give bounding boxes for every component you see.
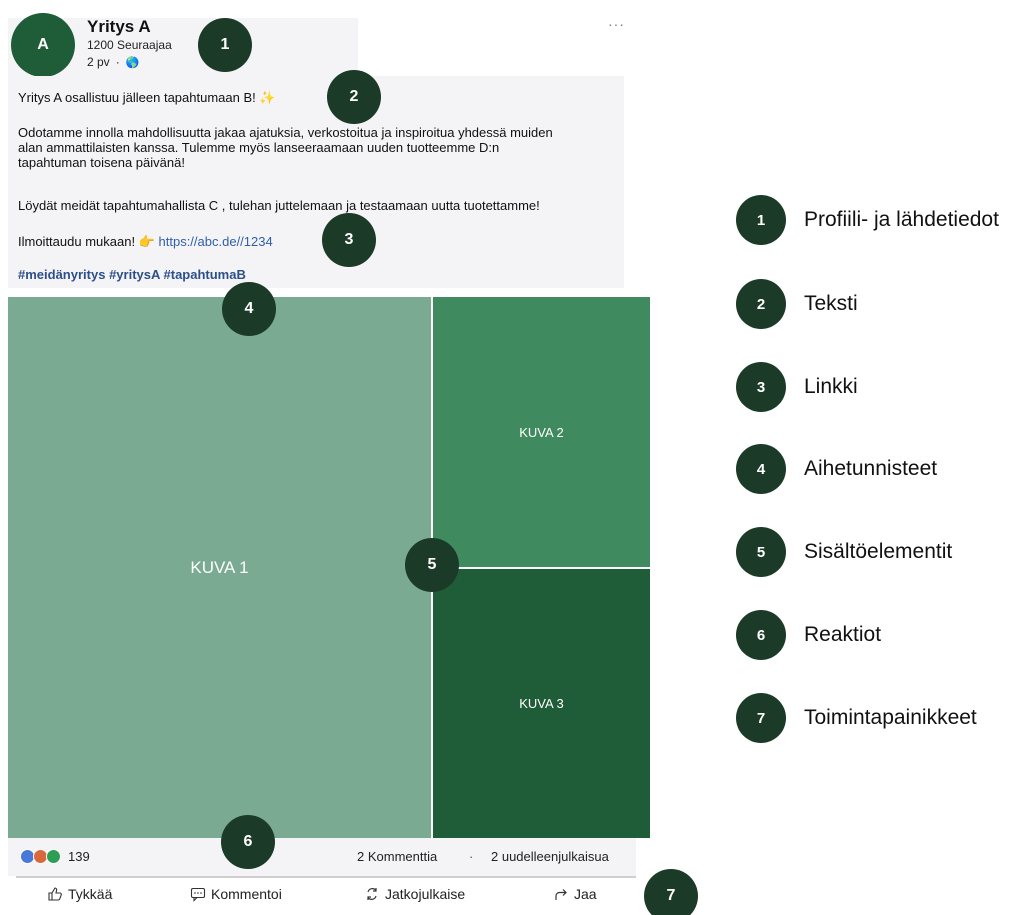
image-tile-2[interactable]: KUVA 2 xyxy=(433,297,650,567)
avatar-letter: A xyxy=(37,36,49,53)
legend-label-2: Teksti xyxy=(804,292,858,315)
share-arrow-icon xyxy=(555,889,567,900)
follower-count: 1200 Seuraajaa xyxy=(87,38,172,52)
legend-badge-5: 5 xyxy=(736,527,786,577)
callout-badge-4: 4 xyxy=(222,282,276,336)
legend-badge-2: 2 xyxy=(736,279,786,329)
image-tile-label: KUVA 3 xyxy=(519,696,564,711)
legend-badge-4: 4 xyxy=(736,444,786,494)
sparkle-icon: ✨ xyxy=(259,90,276,105)
stats-separator: · xyxy=(469,849,474,864)
repost-icon xyxy=(367,888,377,900)
pointing-hand-icon: 👉 xyxy=(138,234,155,249)
intro-line: Yritys A osallistuu jälleen tapahtumaan … xyxy=(18,90,276,105)
more-options-button[interactable]: ··· xyxy=(608,16,625,32)
repost-button[interactable]: Jatkojulkaise xyxy=(364,886,465,902)
support-reaction-icon xyxy=(46,849,61,864)
repost-label: Jatkojulkaise xyxy=(385,886,466,902)
signup-text: Ilmoittaudu mukaan! xyxy=(18,234,136,249)
hashtags: #meidänyritys #yritysA #tapahtumaB xyxy=(18,267,246,282)
thumbs-up-icon xyxy=(48,887,62,901)
share-button[interactable]: Jaa xyxy=(553,886,597,902)
post-body xyxy=(8,76,624,288)
image-tile-1[interactable]: KUVA 1 xyxy=(8,297,431,838)
legend-label-1: Profiili- ja lähdetiedot xyxy=(804,208,999,231)
location-paragraph: Löydät meidät tapahtumahallista C , tule… xyxy=(18,198,540,213)
legend-label-6: Reaktiot xyxy=(804,623,882,646)
signup-link[interactable]: https://abc.de//1234 xyxy=(159,234,273,249)
intro-text: Yritys A osallistuu jälleen tapahtumaan … xyxy=(18,90,256,105)
share-label: Jaa xyxy=(574,886,597,902)
reposts-count[interactable]: 2 uudelleenjulkaisua xyxy=(491,849,609,864)
callout-badge-6: 6 xyxy=(221,815,275,869)
legend-label-5: Sisältöelementit xyxy=(804,540,953,563)
reaction-icons[interactable] xyxy=(20,849,64,864)
meta-separator: · xyxy=(115,55,120,69)
legend-badge-7: 7 xyxy=(736,693,786,743)
action-divider xyxy=(16,876,636,878)
callout-badge-7: 7 xyxy=(644,869,698,915)
legend-badge-6: 6 xyxy=(736,610,786,660)
reaction-count[interactable]: 139 xyxy=(68,849,90,864)
image-grid: KUVA 1 KUVA 2 KUVA 3 xyxy=(8,297,650,838)
callout-badge-3: 3 xyxy=(322,213,376,267)
company-avatar[interactable]: A xyxy=(11,13,75,77)
globe-icon: 🌎 xyxy=(125,56,140,69)
comment-label: Kommentoi xyxy=(211,886,282,902)
like-label: Tykkää xyxy=(68,886,113,902)
comment-button[interactable]: Kommentoi xyxy=(190,886,282,902)
signup-line: Ilmoittaudu mukaan! 👉 https://abc.de//12… xyxy=(18,234,273,249)
post-meta: 2 pv · 🌎 xyxy=(87,55,139,69)
like-button[interactable]: Tykkää xyxy=(47,886,112,902)
body-paragraph-line: Odotamme innolla mahdollisuutta jakaa aj… xyxy=(18,125,553,140)
legend-label-7: Toimintapainikkeet xyxy=(804,706,977,729)
body-paragraph-line: alan ammattilaisten kanssa. Tulemme myös… xyxy=(18,140,500,155)
legend-label-4: Aihetunnisteet xyxy=(804,457,938,480)
hashtag-link[interactable]: #tapahtumaB xyxy=(164,267,246,282)
comments-count[interactable]: 2 Kommenttia xyxy=(357,849,437,864)
post-age: 2 pv xyxy=(87,55,110,69)
image-tile-label: KUVA 1 xyxy=(190,557,249,577)
legend-label-3: Linkki xyxy=(804,375,858,398)
hashtag-link[interactable]: #meidänyritys xyxy=(18,267,105,282)
callout-badge-5: 5 xyxy=(405,538,459,592)
legend-badge-3: 3 xyxy=(736,362,786,412)
legend-badge-1: 1 xyxy=(736,195,786,245)
image-tile-3[interactable]: KUVA 3 xyxy=(433,569,650,838)
hashtag-link[interactable]: #yritysA xyxy=(109,267,160,282)
body-paragraph-line: tapahtuman toisena päivänä! xyxy=(18,155,185,170)
callout-badge-1: 1 xyxy=(198,18,252,72)
callout-badge-2: 2 xyxy=(327,70,381,124)
image-tile-label: KUVA 2 xyxy=(519,424,564,440)
comment-icon xyxy=(190,887,206,902)
company-name[interactable]: Yritys A xyxy=(87,17,151,37)
